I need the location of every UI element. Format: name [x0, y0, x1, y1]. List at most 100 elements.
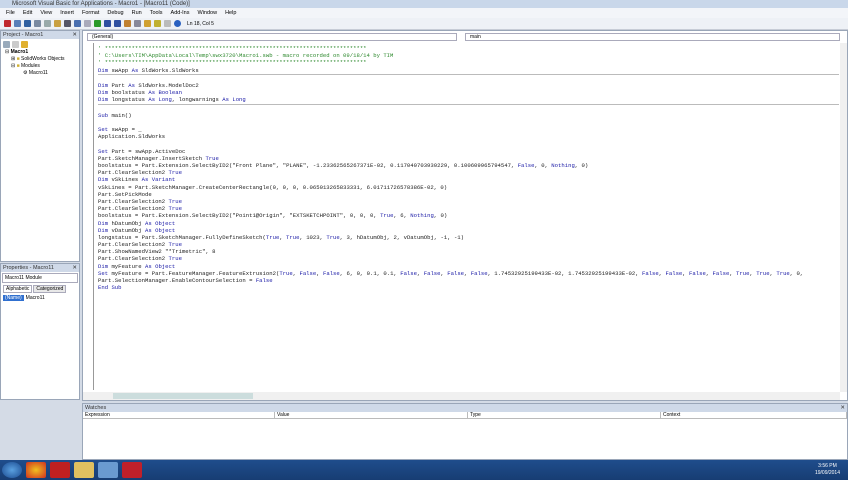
project-title: Project - Macro1 — [3, 32, 44, 38]
properties-window-icon[interactable] — [144, 20, 151, 27]
code-line: Dim vDatumObj As Object — [98, 226, 176, 234]
watches-title: Watches — [85, 405, 107, 411]
menu-format[interactable]: Format — [82, 10, 99, 16]
menu-file[interactable]: File — [6, 10, 15, 16]
insert-module-icon[interactable] — [14, 20, 21, 27]
redo-icon[interactable] — [84, 20, 91, 27]
code-line: Part.ClearSelection2 True — [98, 197, 182, 205]
code-line: Dim hDatumObj As Object — [98, 219, 176, 227]
app-icon[interactable] — [122, 462, 142, 478]
find-icon[interactable] — [64, 20, 71, 27]
menu-bar: File Edit View Insert Format Debug Run Tools Add… — [0, 8, 848, 18]
code-line: Application.SldWorks — [98, 133, 166, 141]
tree-item-macro11[interactable]: ⚙ Macro11 — [5, 70, 79, 77]
menu-insert[interactable]: Insert — [60, 10, 74, 16]
margin-indicator-bar — [93, 43, 94, 390]
menu-help[interactable]: Help — [225, 10, 236, 16]
vertical-scrollbar[interactable] — [840, 43, 847, 392]
column-context[interactable]: Context — [661, 412, 847, 418]
procedure-combo[interactable]: main — [465, 33, 840, 41]
code-line: Part.ClearSelection2 True — [98, 169, 182, 177]
code-editor[interactable]: ' **************************************… — [98, 45, 839, 390]
tree-item-modules[interactable]: ⊟ ■ Modules — [5, 63, 79, 70]
design-mode-icon[interactable] — [124, 20, 131, 27]
tab-alphabetic[interactable]: Alphabetic — [3, 285, 33, 293]
column-type[interactable]: Type — [468, 412, 661, 418]
toolbox-icon[interactable] — [164, 20, 171, 27]
clock[interactable]: 3:56 PM 19/09/2014 — [815, 463, 840, 477]
copy-icon[interactable] — [44, 20, 51, 27]
view-object-icon[interactable] — [12, 41, 19, 48]
toggle-folders-icon[interactable] — [21, 41, 28, 48]
code-line: Part.SketchManager.InsertSketch True — [98, 154, 219, 162]
tree-item-objects[interactable]: ⊞ ■ SolidWorks Objects — [5, 56, 79, 63]
tab-categorized[interactable]: Categorized — [33, 285, 67, 293]
view-code-icon[interactable] — [3, 41, 10, 48]
code-line: longstatus = Part.SketchManager.FullyDef… — [98, 233, 465, 241]
properties-window: Properties - Macro11 ✕ Macro11 Module Alp… — [0, 263, 80, 400]
code-line: Part.ClearSelection2 True — [98, 241, 182, 249]
horizontal-scrollbar[interactable] — [83, 392, 840, 400]
chrome-icon[interactable] — [26, 462, 46, 478]
vba-icon[interactable] — [98, 462, 118, 478]
help-icon[interactable] — [174, 20, 181, 27]
project-toolbar — [1, 39, 79, 49]
solidworks-icon[interactable] — [50, 462, 70, 478]
code-line: Set swApp = _ — [98, 126, 142, 134]
code-line: End Sub — [98, 284, 122, 292]
close-icon[interactable]: ✕ — [72, 31, 77, 39]
excel-view-icon[interactable] — [4, 20, 11, 27]
menu-window[interactable]: Window — [198, 10, 218, 16]
code-line: vSkLines = Part.SketchManager.CreateCent… — [98, 183, 448, 191]
menu-view[interactable]: View — [40, 10, 52, 16]
watches-window: Watches ✕ Expression Value Type Context — [82, 403, 848, 460]
property-name-key[interactable]: (Name) — [3, 295, 24, 301]
close-icon[interactable]: ✕ — [840, 404, 845, 412]
code-line: Part.ClearSelection2 True — [98, 255, 182, 263]
menu-run[interactable]: Run — [132, 10, 142, 16]
start-button[interactable] — [2, 462, 22, 478]
code-line: Dim Part As SldWorks.ModelDoc2 — [98, 81, 199, 89]
cut-icon[interactable] — [34, 20, 41, 27]
object-dropdown[interactable]: Macro11 Module — [2, 273, 78, 283]
paste-icon[interactable] — [54, 20, 61, 27]
code-line: Part.ClearSelection2 True — [98, 205, 182, 213]
code-line: boolstatus = Part.Extension.SelectByID2(… — [98, 212, 448, 220]
reset-icon[interactable] — [114, 20, 121, 27]
code-line: ' **************************************… — [98, 59, 367, 67]
save-icon[interactable] — [24, 20, 31, 27]
code-line: ' **************************************… — [98, 45, 367, 52]
object-browser-icon[interactable] — [154, 20, 161, 27]
undo-icon[interactable] — [74, 20, 81, 27]
code-line: Part.ShowNamedView2 "*Trimetric", 8 — [98, 248, 216, 256]
property-name-value[interactable]: Macro11 — [24, 295, 45, 301]
menu-edit[interactable]: Edit — [23, 10, 32, 16]
tree-item-root[interactable]: ⊟ Macro1 — [5, 49, 79, 56]
cursor-position: Ln 18, Col 5 — [187, 20, 214, 27]
explorer-icon[interactable] — [74, 462, 94, 478]
column-expression[interactable]: Expression — [83, 412, 275, 418]
menu-debug[interactable]: Debug — [107, 10, 123, 16]
break-icon[interactable] — [104, 20, 111, 27]
column-value[interactable]: Value — [275, 412, 468, 418]
code-line: Dim longstatus As Long, longwarnings As … — [98, 96, 839, 105]
code-line: Part.SelectionManager.EnableContourSelec… — [98, 277, 273, 284]
code-window: (General) main ' ***********************… — [82, 30, 848, 401]
project-explorer-icon[interactable] — [134, 20, 141, 27]
menu-tools[interactable]: Tools — [150, 10, 163, 16]
object-combo[interactable]: (General) — [87, 33, 457, 41]
run-icon[interactable] — [94, 20, 101, 27]
title-bar: Microsoft Visual Basic for Applications … — [0, 0, 848, 8]
menu-addins[interactable]: Add-Ins — [171, 10, 190, 16]
code-line: Dim boolstatus As Boolean — [98, 89, 182, 97]
code-line: Part.SetPickMode — [98, 190, 152, 198]
code-line: Dim swApp As SldWorks.SldWorks — [98, 67, 839, 75]
close-icon[interactable]: ✕ — [72, 264, 77, 272]
toolbar: Ln 18, Col 5 — [0, 18, 848, 30]
code-line: Sub main() — [98, 111, 132, 119]
code-line: Dim myFeature As Object — [98, 262, 176, 270]
code-line: Set Part = swApp.ActiveDoc — [98, 147, 186, 155]
